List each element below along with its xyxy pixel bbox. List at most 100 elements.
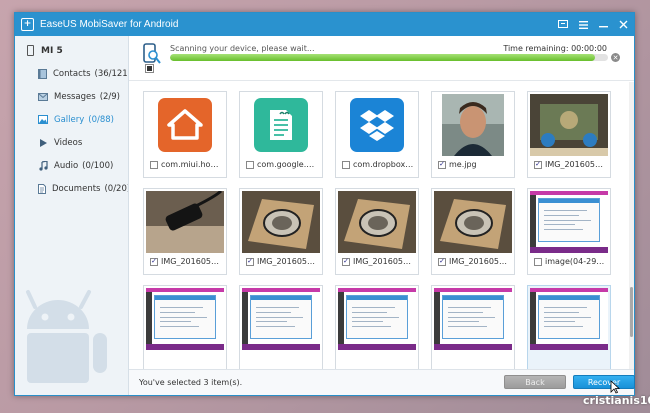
gallery-item[interactable]: ✓IMG_20160509... [431, 188, 515, 275]
gallery-item-name: me.jpg [449, 160, 477, 169]
sidebar-item-audio[interactable]: Audio (0/100) [15, 154, 128, 177]
item-checkbox[interactable] [342, 160, 350, 169]
sidebar-item-count: (36/1210) [94, 68, 129, 79]
app-window: + EaseUS MobiSaver for Android MI 5 Cont… [14, 12, 635, 396]
gallery-item[interactable]: com.miui.home... [143, 91, 227, 178]
gallery-item-footer: image(04-29-1... [534, 257, 606, 266]
stop-scan-button[interactable]: ✕ [611, 53, 620, 62]
gallery-item-footer: ✓IMG_20160509... [342, 257, 414, 266]
item-checkbox[interactable] [150, 160, 158, 169]
gallery-thumbnail[interactable] [146, 191, 224, 253]
sidebar-item-videos[interactable]: Videos [15, 131, 128, 154]
menu-icon[interactable] [578, 20, 588, 30]
gallery-item[interactable]: ✓IMG_20160509... [239, 188, 323, 275]
footer-bar: You've selected 3 item(s). Back Recover [129, 369, 635, 395]
gallery-thumbnail[interactable] [434, 191, 512, 253]
sidebar-item-label: Documents [52, 183, 101, 194]
item-checkbox[interactable]: ✓ [342, 257, 350, 266]
gallery-item[interactable] [143, 285, 227, 371]
gallery-thumbnail[interactable] [146, 288, 224, 350]
sidebar-item-label: Messages [54, 91, 96, 102]
gallery-item-name: IMG_20160509... [161, 257, 222, 266]
close-button[interactable] [618, 20, 628, 30]
gallery-item[interactable]: ✓IMG_20160509... [527, 91, 611, 178]
gallery-item[interactable] [527, 285, 611, 371]
sidebar-item-label: Gallery [54, 114, 85, 125]
gallery-item-name: com.google.an... [257, 160, 318, 169]
device-label[interactable]: MI 5 [15, 36, 128, 56]
gallery-item-footer: com.dropbox.an... [342, 160, 414, 169]
gallery-thumbnail[interactable] [530, 288, 608, 350]
gallery-thumbnail[interactable] [242, 94, 320, 156]
gallery-item-footer: ✓ me.jpg [438, 160, 510, 169]
category-list: Contacts(36/1210)Messages(2/9)Gallery(0/… [15, 62, 128, 200]
sidebar-item-count: (0/20) [104, 183, 129, 194]
minimize-button[interactable] [598, 20, 608, 30]
gallery-icon [38, 115, 48, 125]
item-checkbox[interactable]: ✓ [246, 257, 254, 266]
sidebar-item-documents[interactable]: Documents (0/20) [15, 177, 128, 200]
gallery-thumbnail[interactable] [338, 288, 416, 350]
select-all-checkbox[interactable] [145, 64, 154, 73]
item-checkbox[interactable]: ✓ [534, 160, 542, 169]
gallery-item-name: IMG_20160509... [257, 257, 318, 266]
gallery-thumbnail[interactable] [242, 288, 320, 350]
item-checkbox[interactable]: ✓ [150, 257, 158, 266]
scan-device-icon [143, 43, 161, 64]
gallery-thumbnail[interactable] [434, 94, 512, 156]
device-name: MI 5 [41, 45, 63, 56]
gallery-item-footer: com.google.an... [246, 160, 318, 169]
gallery-item[interactable] [335, 285, 419, 371]
android-watermark-icon [26, 290, 107, 383]
gallery-item[interactable] [431, 285, 515, 371]
app-logo-icon: + [21, 18, 34, 31]
gallery-thumbnail[interactable] [338, 94, 416, 156]
gallery-thumbnail[interactable] [146, 94, 224, 156]
gallery-thumbnail[interactable] [530, 191, 608, 253]
sidebar-item-count: (2/9) [99, 91, 120, 102]
sidebar-item-label: Contacts [53, 68, 91, 79]
sidebar-item-messages[interactable]: Messages (2/9) [15, 85, 128, 108]
scan-progress-area: Scanning your device, please wait... Tim… [129, 36, 634, 81]
title-bar: + EaseUS MobiSaver for Android [15, 13, 634, 36]
gallery-item-footer: ✓IMG_20160509... [150, 257, 222, 266]
messages-icon [38, 92, 48, 102]
back-button[interactable]: Back [504, 375, 566, 389]
gallery-item-footer: ✓IMG_20160509... [246, 257, 318, 266]
gallery-item-name: image(04-29-1... [545, 257, 606, 266]
documents-icon [38, 183, 46, 194]
gallery-item[interactable]: ✓IMG_20160509... [335, 188, 419, 275]
item-checkbox[interactable] [534, 257, 542, 266]
gallery-thumbnail[interactable] [242, 191, 320, 253]
sidebar-item-contacts[interactable]: Contacts(36/1210) [15, 62, 128, 85]
sidebar-item-count: (0/88) [88, 114, 115, 125]
audio-icon [38, 160, 48, 171]
gallery-item-footer: com.miui.home... [150, 160, 222, 169]
gallery-item-footer: ✓IMG_20160509... [534, 160, 606, 169]
item-checkbox[interactable]: ✓ [438, 160, 446, 169]
recover-button[interactable]: Recover [573, 375, 635, 389]
sidebar-item-gallery[interactable]: Gallery (0/88) [15, 108, 128, 131]
gallery-item[interactable] [239, 285, 323, 371]
gallery-scrollbar[interactable] [629, 82, 634, 371]
mouse-cursor-icon [610, 380, 620, 394]
gallery-item[interactable]: ✓ me.jpg [431, 91, 515, 178]
gallery-item-name: IMG_20160509... [545, 160, 606, 169]
window-title: EaseUS MobiSaver for Android [40, 19, 179, 30]
scrollbar-thumb[interactable] [630, 287, 633, 337]
gallery-item-footer: ✓IMG_20160509... [438, 257, 510, 266]
gallery-item[interactable]: com.google.an... [239, 91, 323, 178]
gallery-item[interactable]: ✓IMG_20160509... [143, 188, 227, 275]
gallery-item[interactable]: image(04-29-1... [527, 188, 611, 275]
sidebar-item-label: Audio [54, 160, 79, 171]
item-checkbox[interactable] [246, 160, 254, 169]
contacts-icon [38, 68, 47, 79]
gallery-thumbnail[interactable] [530, 94, 608, 156]
feedback-icon[interactable] [558, 20, 568, 30]
gallery-item[interactable]: com.dropbox.an... [335, 91, 419, 178]
time-remaining: Time remaining: 00:00:00 [503, 44, 607, 53]
gallery-thumbnail[interactable] [434, 288, 512, 350]
gallery-thumbnail[interactable] [338, 191, 416, 253]
item-checkbox[interactable]: ✓ [438, 257, 446, 266]
sidebar-item-count: (0/100) [82, 160, 114, 171]
